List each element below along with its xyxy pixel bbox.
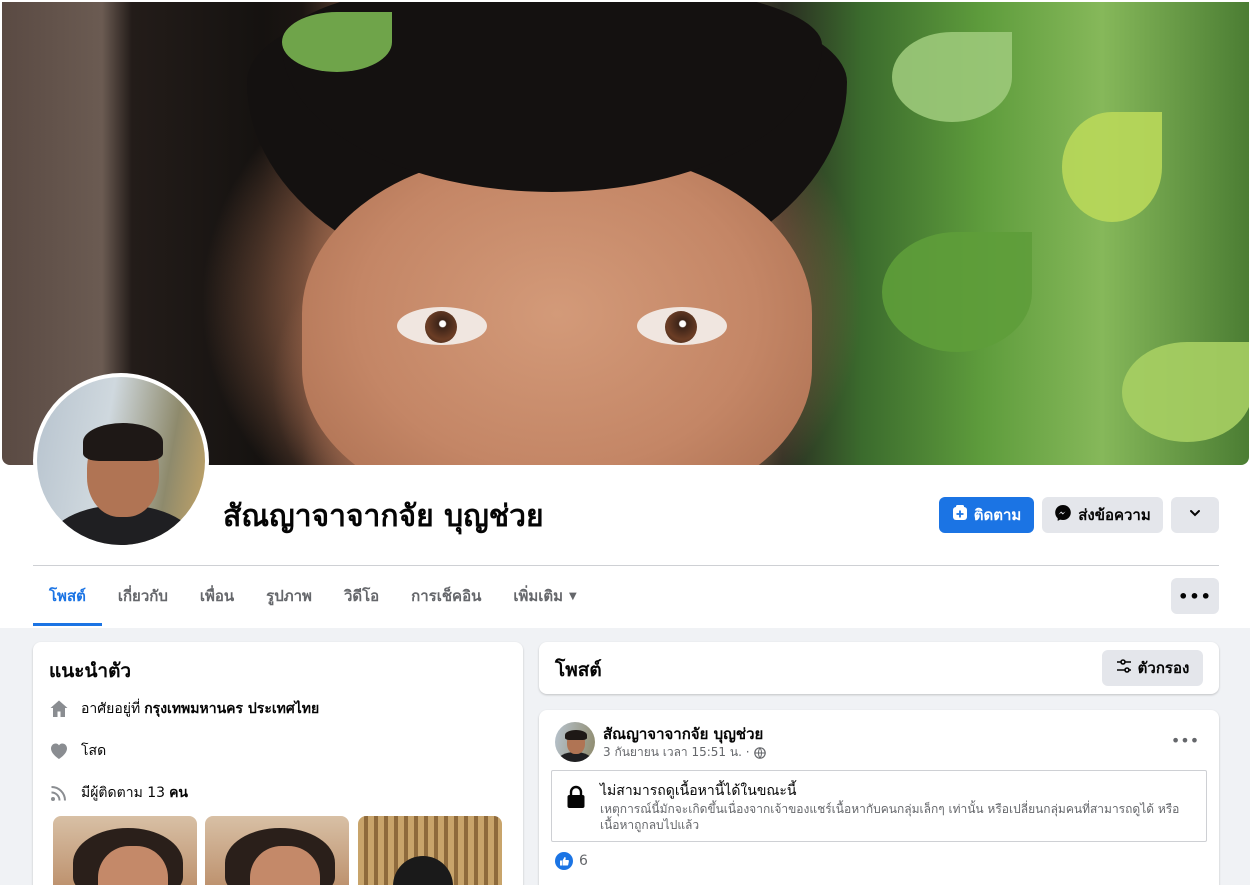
notice-title: ไม่สามารถดูเนื้อหานี้ได้ในขณะนี้ [600, 783, 797, 799]
cover-face-shape [302, 152, 812, 465]
tab-label: รูปภาพ [266, 587, 312, 605]
heart-icon [49, 741, 69, 761]
notice-description: เหตุการณ์นี้มักจะเกิดขึ้นเนื่องจากเจ้าขอ… [600, 802, 1180, 832]
tab-about[interactable]: เกี่ยวกับ [102, 566, 184, 626]
intro-followers-prefix: มีผู้ติดตาม 13 [81, 785, 166, 801]
tab-friends[interactable]: เพื่อน [184, 566, 250, 626]
tab-label: เพิ่มเติม [513, 587, 564, 605]
posts-title: โพสต์ [555, 659, 602, 681]
cover-eye-right [637, 307, 727, 345]
like-count: 6 [579, 853, 588, 869]
tab-label: วิดีโอ [343, 587, 380, 605]
post-timestamp[interactable]: 3 กันยายน เวลา 15:51 น. · [603, 743, 750, 762]
cover-leaf [1122, 342, 1249, 442]
tab-photos[interactable]: รูปภาพ [250, 566, 328, 626]
more-dots-icon: ••• [1178, 586, 1212, 606]
tab-label: เกี่ยวกับ [117, 587, 168, 605]
cover-leaf [1062, 112, 1162, 222]
avatar-hair [83, 423, 163, 461]
tab-checkins[interactable]: การเช็คอิน [395, 566, 497, 626]
featured-photo-3[interactable] [358, 816, 502, 885]
posts-header-card: โพสต์ ตัวกรอง [539, 642, 1219, 694]
tab-label: โพสต์ [49, 587, 86, 605]
cover-photo[interactable] [2, 2, 1249, 465]
content-unavailable-notice: ไม่สามารถดูเนื้อหานี้ได้ในขณะนี้ เหตุการ… [551, 770, 1207, 842]
filter-button[interactable]: ตัวกรอง [1102, 650, 1203, 686]
intro-lives-prefix: อาศัยอยู่ที่ [81, 701, 141, 717]
follow-icon [952, 505, 968, 525]
messenger-icon [1054, 504, 1072, 526]
post-card: สัณญาจาจากจัย บุญช่วย 3 กันยายน เวลา 15:… [539, 710, 1219, 885]
more-actions-button[interactable] [1171, 497, 1219, 533]
intro-relationship: โสด [81, 743, 107, 759]
filter-sliders-icon [1116, 658, 1132, 678]
intro-title: แนะนำตัว [49, 660, 132, 682]
like-reaction-icon [555, 852, 573, 870]
tab-label: เพื่อน [199, 587, 235, 605]
tab-posts[interactable]: โพสต์ [33, 566, 102, 626]
lock-icon [566, 785, 586, 809]
intro-lives-place[interactable]: กรุงเทพมหานคร ประเทศไทย [144, 698, 319, 720]
intro-followers-suffix: คน [169, 785, 188, 801]
profile-header: สัณญาจาจากจัย บุญช่วย ติดตาม ส่งข้อความ … [0, 0, 1250, 628]
chevron-down-icon [1188, 506, 1202, 524]
cover-eye-left [397, 307, 487, 345]
post-reactions[interactable]: 6 [555, 852, 588, 870]
profile-picture-image [37, 377, 205, 545]
thumb-object [393, 856, 453, 885]
intro-followers-row: มีผู้ติดตาม 13 คน [49, 782, 188, 804]
tab-more[interactable]: เพิ่มเติม ▼ [497, 566, 592, 626]
intro-card: แนะนำตัว อาศัยอยู่ที่ กรุงเทพมหานคร ประเ… [33, 642, 523, 885]
post-options-button[interactable]: ••• [1167, 726, 1203, 754]
message-button[interactable]: ส่งข้อความ [1042, 497, 1163, 533]
filter-button-label: ตัวกรอง [1137, 659, 1190, 677]
profile-picture[interactable] [33, 373, 209, 549]
post-meta: 3 กันยายน เวลา 15:51 น. · [603, 743, 766, 762]
follow-button[interactable]: ติดตาม [939, 497, 1034, 533]
home-icon [49, 699, 69, 719]
caret-down-icon: ▼ [569, 590, 577, 602]
tabs-overflow-button[interactable]: ••• [1171, 578, 1219, 614]
intro-lives-row: อาศัยอยู่ที่ กรุงเทพมหานคร ประเทศไทย [49, 698, 319, 720]
globe-icon [753, 746, 766, 759]
follow-button-label: ติดตาม [973, 506, 1022, 524]
featured-photo-1[interactable] [53, 816, 197, 885]
featured-photo-2[interactable] [205, 816, 349, 885]
profile-tabs: โพสต์ เกี่ยวกับ เพื่อน รูปภาพ วิดีโอ การ… [33, 566, 593, 626]
intro-relationship-row: โสด [49, 740, 106, 762]
rss-icon [49, 783, 69, 803]
cover-leaf [892, 32, 1012, 122]
tab-label: การเช็คอิน [411, 587, 482, 605]
post-avatar-hair [565, 730, 587, 740]
message-button-label: ส่งข้อความ [1078, 506, 1151, 524]
tab-videos[interactable]: วิดีโอ [328, 566, 395, 626]
cover-leaf [882, 232, 1032, 352]
cover-leaf [282, 12, 392, 72]
profile-name: สัณญาจาจากจัย บุญช่วย [223, 499, 544, 534]
post-author-avatar[interactable] [555, 722, 595, 762]
more-dots-icon: ••• [1170, 730, 1200, 750]
